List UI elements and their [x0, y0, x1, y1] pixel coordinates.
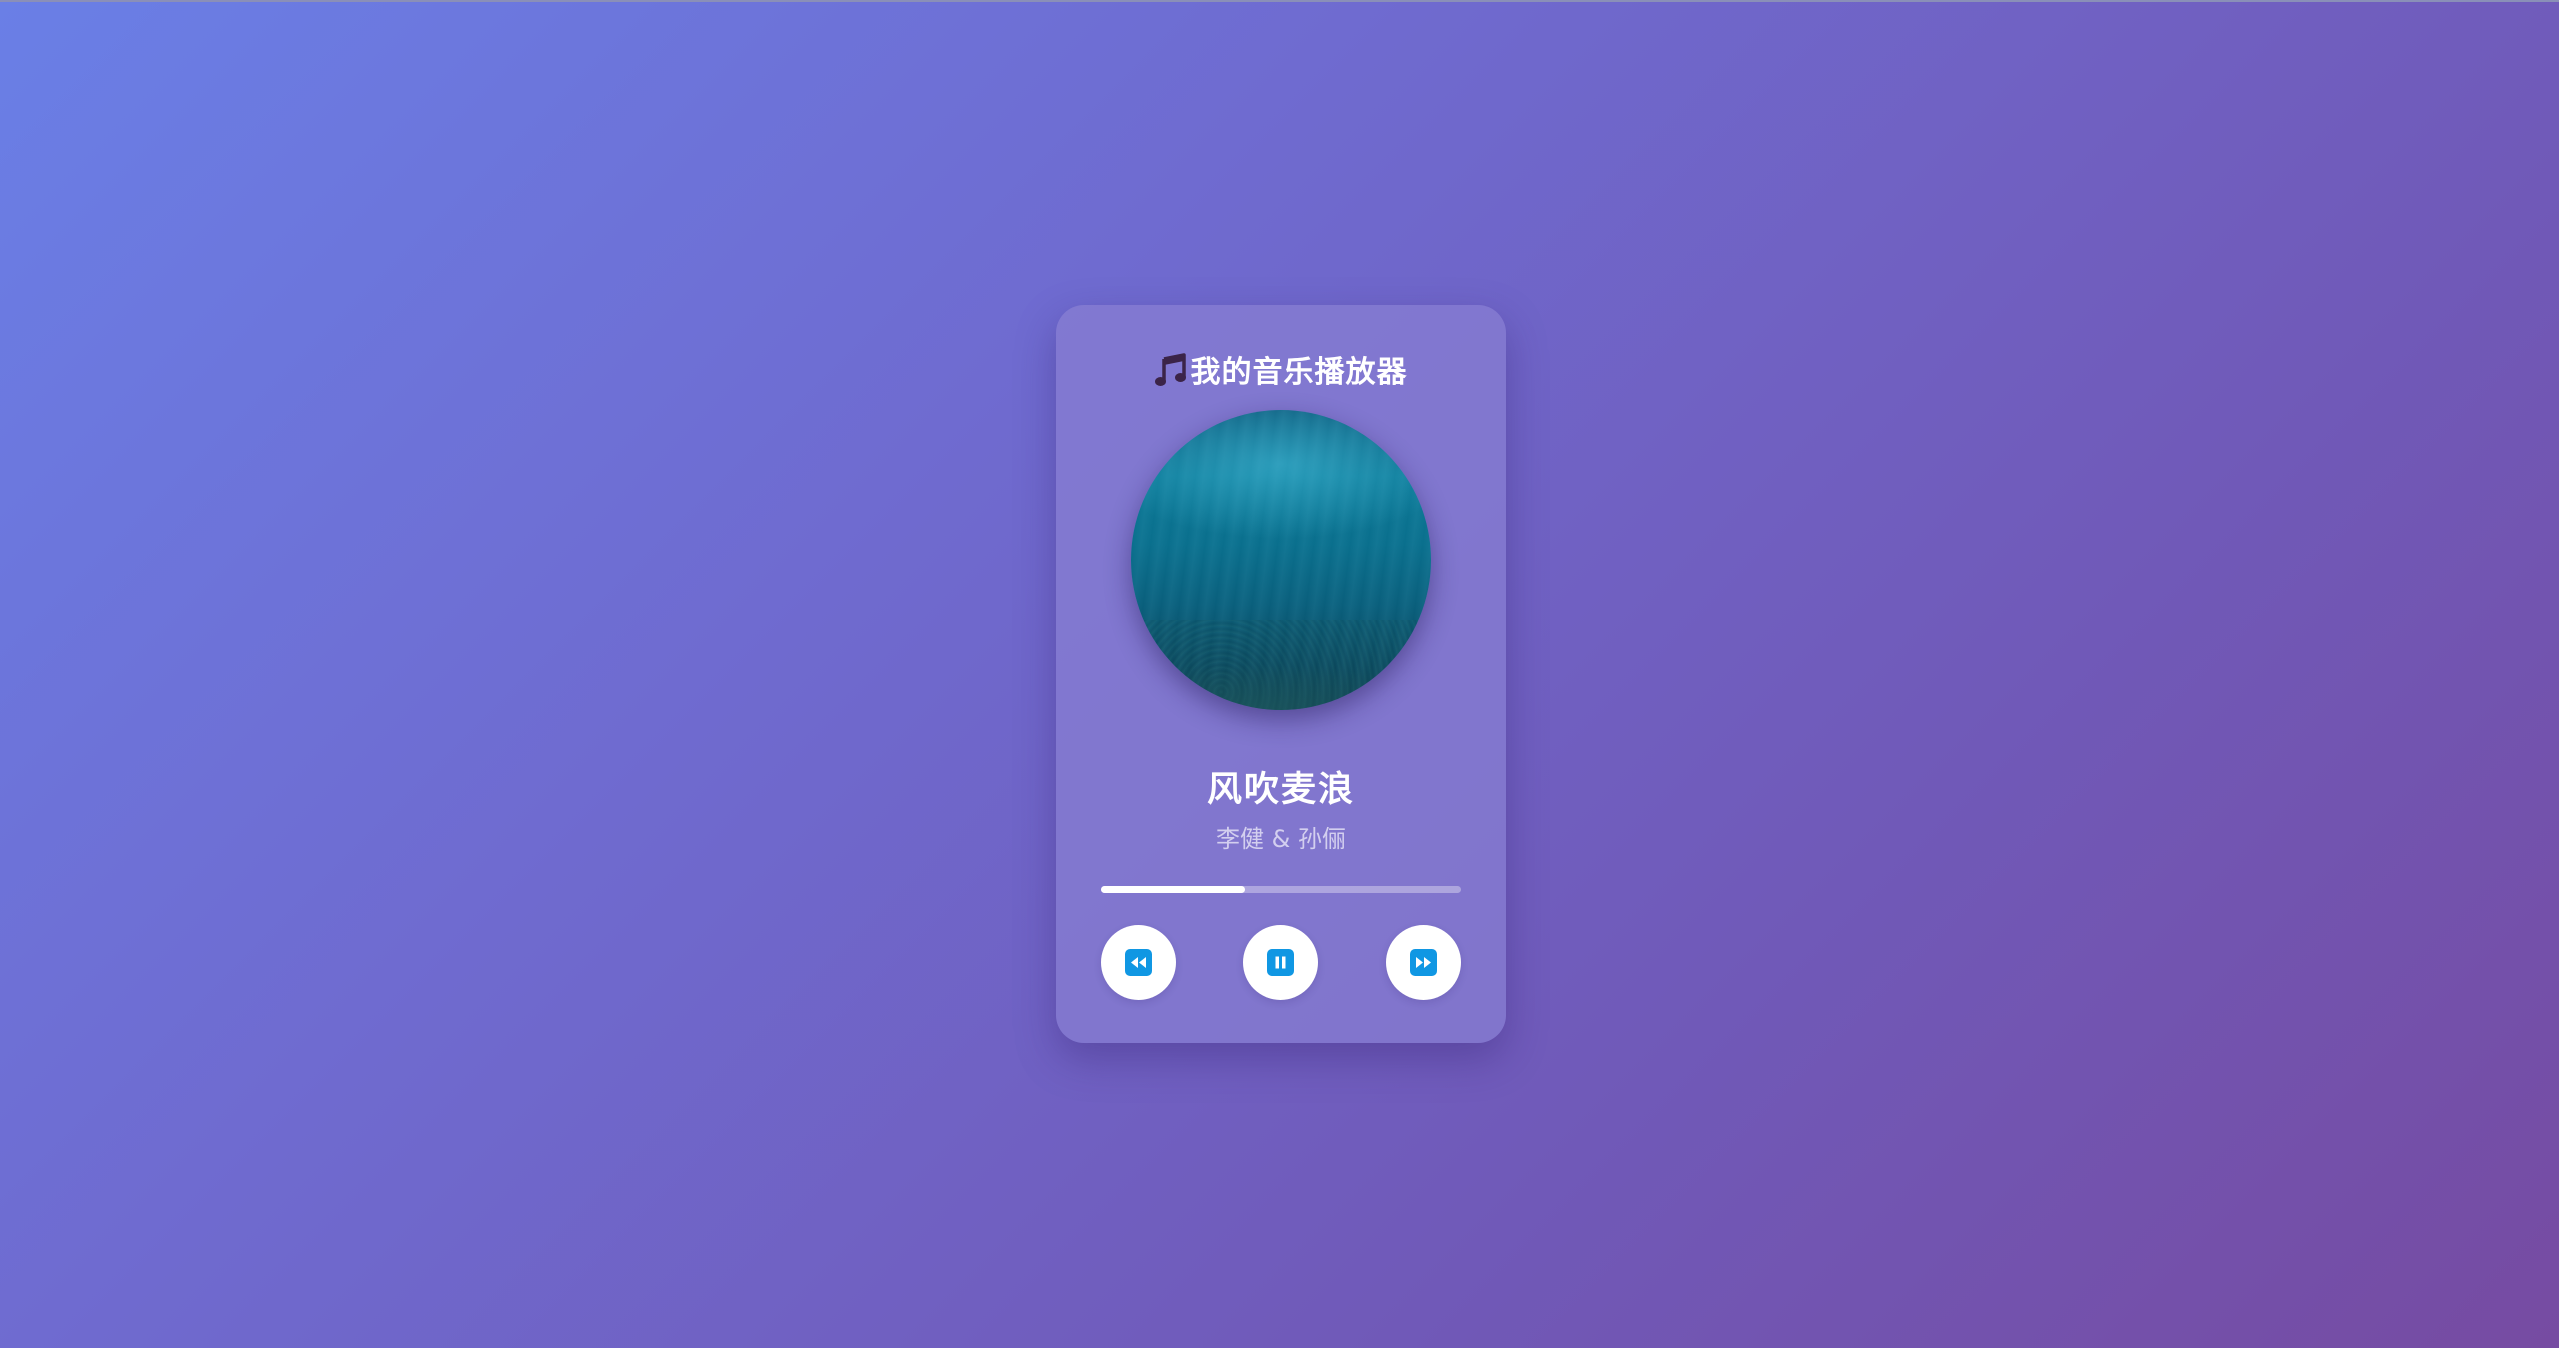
album-art-seafloor: [1131, 620, 1431, 710]
rewind-icon: [1125, 949, 1152, 976]
pause-icon: [1267, 949, 1294, 976]
previous-button[interactable]: [1101, 925, 1176, 1000]
song-title: 风吹麦浪: [1206, 770, 1355, 810]
pause-button[interactable]: [1243, 925, 1318, 1000]
app-title: 我的音乐播放器: [1056, 353, 1506, 393]
progress-bar[interactable]: [1101, 886, 1461, 893]
music-player-card: 我的音乐播放器 风吹麦浪 李健 & 孙俪: [1056, 305, 1506, 1043]
window-top-edge: [0, 0, 2559, 2]
app-title-text: 我的音乐播放器: [1190, 355, 1408, 390]
next-button[interactable]: [1386, 925, 1461, 1000]
fast-forward-icon: [1410, 949, 1437, 976]
progress-fill: [1101, 886, 1245, 893]
music-note-icon: [1154, 353, 1187, 387]
song-artist: 李健 & 孙俪: [1216, 825, 1346, 853]
album-art: [1131, 410, 1431, 710]
